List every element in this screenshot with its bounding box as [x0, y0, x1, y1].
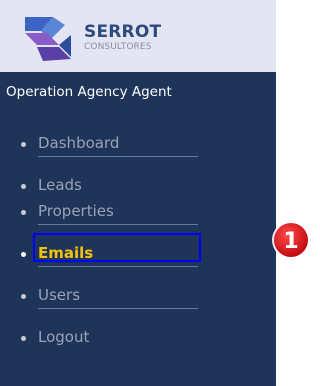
nav-item-label[interactable]: Leads: [38, 176, 82, 194]
nav-item-label[interactable]: Dashboard: [38, 134, 119, 152]
bullet-icon: [21, 142, 26, 147]
nav-item-dashboard[interactable]: Dashboard: [21, 132, 198, 158]
divider: [38, 156, 198, 157]
nav-item-leads[interactable]: Leads: [21, 174, 198, 200]
nav-item-label[interactable]: Logout: [38, 328, 89, 346]
bullet-icon: [21, 252, 26, 257]
divider: [38, 266, 198, 267]
nav-item-properties[interactable]: Properties: [21, 200, 198, 226]
divider: [38, 224, 198, 225]
nav-item-label[interactable]: Properties: [38, 202, 114, 220]
bullet-icon: [21, 210, 26, 215]
bullet-icon: [21, 294, 26, 299]
sidebar: SERROT CONSULTORES Operation Agency Agen…: [0, 0, 276, 386]
step-marker-icon: 1: [272, 221, 310, 259]
role-title: Operation Agency Agent: [6, 84, 172, 100]
logo-subtitle: CONSULTORES: [84, 42, 152, 52]
logo-name: SERROT: [84, 22, 162, 42]
bullet-icon: [21, 184, 26, 189]
nav-item-users[interactable]: Users: [21, 284, 198, 310]
nav-item-label[interactable]: Users: [38, 286, 80, 304]
highlight-box: [33, 233, 201, 262]
bullet-icon: [21, 336, 26, 341]
serrot-logo-icon: [25, 17, 71, 61]
divider: [38, 308, 198, 309]
nav-item-logout[interactable]: Logout: [21, 326, 198, 352]
step-marker-number: 1: [283, 229, 298, 254]
logo-area: SERROT CONSULTORES: [0, 0, 276, 72]
